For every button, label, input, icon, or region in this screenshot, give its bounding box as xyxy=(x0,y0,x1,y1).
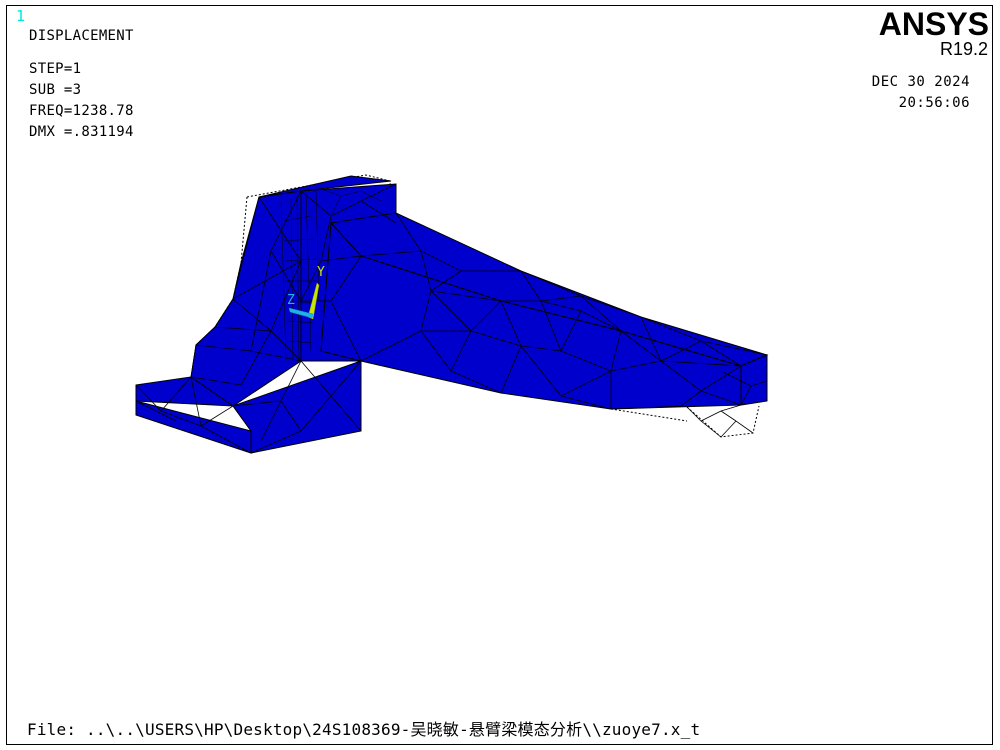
triad-z-label: Z xyxy=(287,293,295,308)
file-path-label: File: ..\..\USERS\HP\Desktop\24S108369-吴… xyxy=(27,720,701,739)
triad-y-label: Y xyxy=(317,265,325,280)
graphics-window[interactable]: 1 DISPLACEMENT STEP=1 SUB =3 FREQ=1238.7… xyxy=(6,5,993,745)
triad-origin xyxy=(309,314,313,318)
mesh-model-view[interactable]: Y Z xyxy=(7,6,992,706)
deformed-mesh xyxy=(135,175,769,454)
